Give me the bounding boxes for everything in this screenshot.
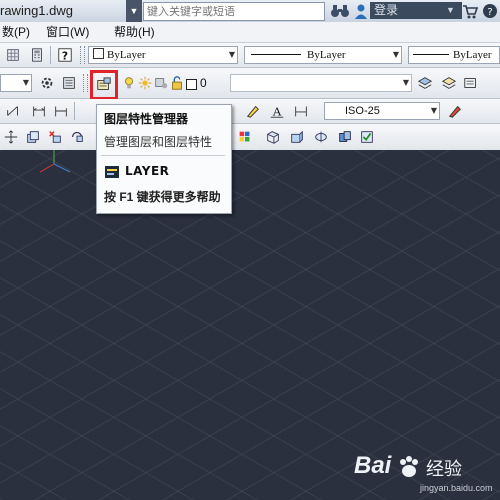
watermark-url: jingyan.baidu.com — [420, 483, 493, 493]
login-dropdown-icon[interactable]: ▼ — [446, 2, 456, 19]
gear-icon[interactable] — [38, 74, 56, 92]
tooltip: 图层特性管理器 管理图层和图层特性 LAYER 按 F1 键获得更多帮助 — [96, 104, 232, 214]
chevron-down-icon[interactable]: ▼ — [126, 0, 142, 22]
chevron-down-icon[interactable]: ▼ — [23, 75, 29, 91]
tooltip-title: 图层特性管理器 — [104, 112, 189, 126]
extrude-icon[interactable] — [288, 128, 306, 146]
svg-text:?: ? — [487, 7, 492, 18]
menu-item-help[interactable]: 帮助(H) — [114, 24, 155, 40]
dim-text-icon[interactable]: A — [268, 102, 286, 120]
chevron-down-icon[interactable]: ▼ — [403, 75, 409, 91]
ucs-icon — [39, 150, 71, 173]
line-sample — [251, 54, 301, 55]
layer-icon[interactable] — [416, 74, 434, 92]
dimstyle-combo[interactable]: ISO-25 ▼ — [324, 102, 440, 120]
color-swatch-icon — [93, 48, 104, 59]
lineweight-combo-value: ByLayer — [453, 49, 492, 61]
search-box[interactable] — [143, 2, 325, 21]
chevron-down-icon[interactable]: ▼ — [393, 47, 399, 63]
chevron-down-icon[interactable]: ▼ — [229, 47, 235, 63]
drawing-canvas[interactable] — [0, 150, 500, 500]
copy-icon[interactable] — [24, 128, 42, 146]
layers-toolbar: ▼ 0 ▼ — [0, 68, 500, 99]
rotate-icon[interactable] — [68, 128, 86, 146]
linetype-combo-value: ByLayer — [307, 49, 346, 61]
question-icon[interactable]: ? — [56, 46, 74, 64]
palette-icon[interactable] — [236, 128, 254, 146]
toolbar-separator — [50, 46, 51, 64]
dim-linear-icon[interactable] — [30, 102, 48, 120]
dim-aligned-icon[interactable] — [4, 102, 22, 120]
watermark-suffix: 经验 — [426, 459, 462, 479]
modify-toolbar — [0, 124, 500, 151]
dim-baseline-icon[interactable] — [52, 102, 70, 120]
revolve-icon[interactable] — [312, 128, 330, 146]
toolbar-grip[interactable] — [83, 74, 88, 92]
tooltip-command: LAYER — [125, 164, 170, 178]
lock-icon[interactable] — [168, 74, 186, 92]
layer-properties-highlight — [90, 70, 118, 100]
box-icon[interactable] — [264, 128, 282, 146]
title-bar: rawing1.dwg ▼ 登录 ▼ ? — [0, 0, 500, 23]
calculator-icon[interactable] — [28, 46, 46, 64]
color-combo-value: ByLayer — [107, 49, 146, 61]
union-icon[interactable] — [336, 128, 354, 146]
grid-icon[interactable] — [4, 46, 22, 64]
dim-edit-icon[interactable] — [292, 102, 310, 120]
toolbar-separator — [74, 102, 75, 120]
help-icon[interactable]: ? — [482, 2, 498, 20]
svg-text:?: ? — [62, 49, 68, 62]
tooltip-help-text: 按 F1 键获得更多帮助 — [104, 190, 221, 204]
workspace-combo[interactable]: ▼ — [0, 74, 32, 92]
tooltip-description: 管理图层和图层特性 — [104, 135, 213, 149]
menu-bar: 数(P) 窗口(W) 帮助(H) — [0, 22, 500, 43]
chevron-down-icon[interactable]: ▼ — [431, 103, 437, 119]
watermark-brand: Bai — [354, 452, 392, 479]
dim-update-icon[interactable] — [446, 102, 464, 120]
lineweight-sample — [413, 54, 449, 55]
color-combo[interactable]: ByLayer ▼ — [88, 46, 238, 64]
menu-item-window[interactable]: 窗口(W) — [46, 24, 89, 40]
color-swatch-icon — [186, 79, 197, 90]
window-title: rawing1.dwg — [0, 3, 73, 18]
erase-icon[interactable] — [46, 128, 64, 146]
cart-icon[interactable] — [462, 2, 478, 20]
text-edit-icon[interactable] — [244, 102, 262, 120]
toolbar-grip[interactable] — [80, 46, 85, 64]
tooltip-divider — [101, 155, 225, 156]
layer-previous-icon[interactable] — [440, 74, 458, 92]
current-layer-name: 0 — [200, 76, 207, 90]
user-icon[interactable] — [354, 2, 368, 20]
baidu-watermark: Bai 经验 — [350, 452, 490, 482]
layer-state-icon[interactable] — [60, 74, 78, 92]
linetype-combo[interactable]: ByLayer ▼ — [244, 46, 402, 64]
paw-icon — [400, 456, 418, 477]
properties-toolbar: ? ByLayer ▼ ByLayer ▼ ByLayer — [0, 43, 500, 68]
move-icon[interactable] — [2, 128, 20, 146]
search-input[interactable] — [147, 4, 321, 19]
binoculars-icon[interactable] — [330, 2, 350, 20]
dimstyle-combo-value: ISO-25 — [345, 105, 380, 117]
check-icon[interactable] — [358, 128, 376, 146]
menu-item-params[interactable]: 数(P) — [2, 24, 30, 40]
svg-text:A: A — [272, 104, 282, 118]
lineweight-combo[interactable]: ByLayer — [408, 46, 500, 64]
layer-match-icon[interactable] — [462, 74, 480, 92]
layer-command-icon — [105, 166, 119, 178]
layer-combo[interactable]: ▼ — [230, 74, 412, 92]
dimension-toolbar: A ISO-25 ▼ — [0, 99, 500, 124]
